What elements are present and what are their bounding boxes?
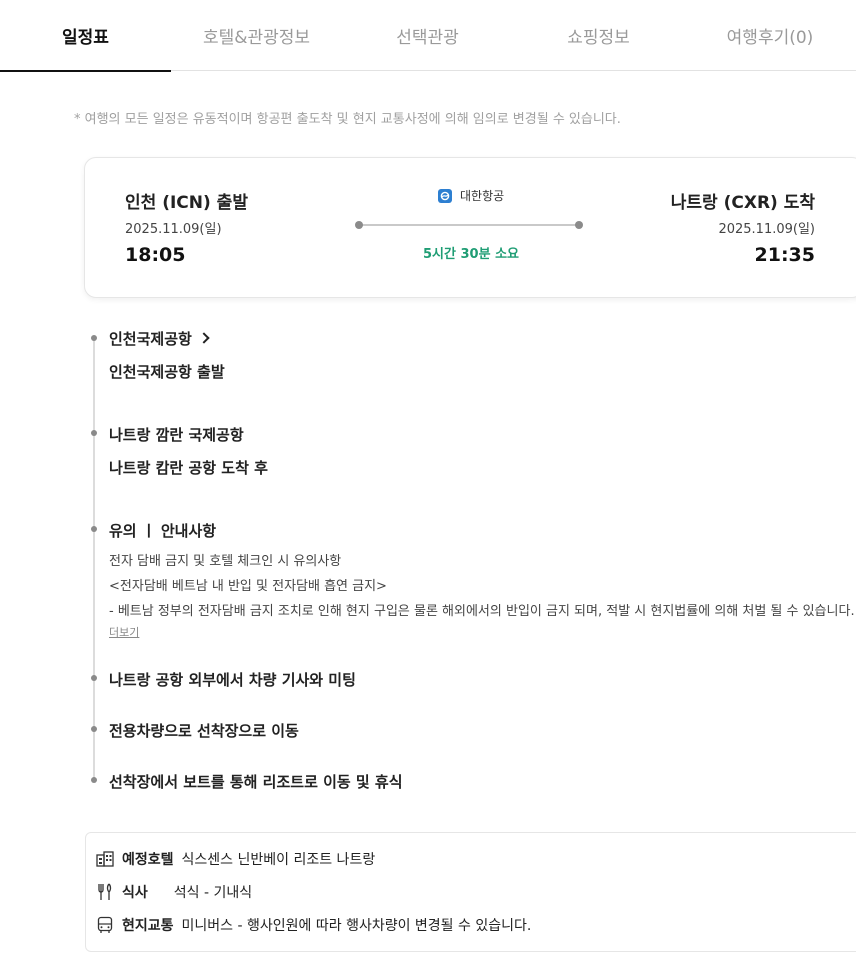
departure-time: 18:05 — [125, 244, 186, 266]
departure-title: 인천 (ICN) 출발 — [125, 193, 248, 213]
airline-name: 대한항공 — [460, 189, 505, 203]
hotel-row: 예정호텔 식스센스 닌반베이 리조트 나트랑 — [96, 849, 375, 869]
tab-shopping-info[interactable]: 쇼핑정보 — [513, 0, 684, 71]
arrival-time: 21:35 — [754, 244, 815, 266]
timeline-item-subtitle: 나트랑 캄란 공항 도착 후 — [109, 459, 268, 477]
route-end-dot — [575, 221, 583, 229]
notice-line: 전자 담배 금지 및 호텔 체크인 시 유의사항 — [109, 554, 342, 569]
notice-line: <전자담배 베트남 내 반입 및 전자담배 흡연 금지> — [109, 579, 387, 594]
transport-label: 현지교통 — [122, 918, 174, 934]
airline: 대한항공 — [438, 187, 504, 204]
tab-itinerary[interactable]: 일정표 — [0, 0, 171, 72]
timeline-item-subtitle: 인천국제공항 출발 — [109, 363, 225, 381]
arrival-date: 2025.11.09(일) — [718, 222, 815, 237]
meal-label: 식사 — [122, 885, 148, 901]
utensils-icon — [96, 883, 114, 901]
timeline-dot — [91, 526, 97, 532]
timeline-dot — [91, 675, 97, 681]
timeline-dot — [91, 777, 97, 783]
more-link[interactable]: 더보기 — [109, 624, 139, 640]
tab-bar: 일정표 호텔&관광정보 선택관광 쇼핑정보 여행후기(0) — [0, 0, 856, 72]
departure-date: 2025.11.09(일) — [125, 222, 222, 237]
tab-reviews[interactable]: 여행후기(0) — [684, 0, 856, 71]
timeline-item-title: 선착장에서 보트를 통해 리조트로 이동 및 휴식 — [109, 773, 403, 791]
meal-value: 석식 - 기내식 — [173, 885, 253, 901]
tab-hotel-tour-info[interactable]: 호텔&관광정보 — [171, 0, 342, 71]
notice-line: - 베트남 정부의 전자담배 금지 조치로 인해 현지 구입은 물론 해외에서의… — [109, 604, 855, 619]
meal-row: 식사 석식 - 기내식 — [96, 882, 252, 902]
timeline-item-incheon-airport[interactable]: 인천국제공항 — [109, 328, 210, 349]
timeline-item-title: 유의 ㅣ 안내사항 — [109, 522, 217, 540]
timeline-dot — [91, 726, 97, 732]
timeline-item-title: 나트랑 공항 외부에서 차량 기사와 미팅 — [109, 671, 356, 689]
hotel-icon — [96, 850, 114, 868]
timeline-line — [93, 338, 95, 780]
transport-row: 현지교통 미니버스 - 행사인원에 따라 행사차량이 변경될 수 있습니다. — [96, 915, 531, 935]
day-info-box: 예정호텔 식스센스 닌반베이 리조트 나트랑 식사 석식 - 기내식 현지교통 … — [85, 832, 856, 952]
timeline-item-title: 전용차량으로 선착장으로 이동 — [109, 722, 299, 740]
itinerary-notice: * 여행의 모든 일정은 유동적이며 항공편 출도착 및 현지 교통사정에 의해… — [74, 112, 621, 127]
timeline-dot — [91, 335, 97, 341]
timeline-item-title: 나트랑 깜란 국제공항 — [109, 426, 244, 444]
arrival-title: 나트랑 (CXR) 도착 — [670, 193, 815, 213]
transport-value: 미니버스 - 행사인원에 따라 행사차량이 변경될 수 있습니다. — [181, 918, 532, 934]
hotel-value: 식스센스 닌반베이 리조트 나트랑 — [181, 852, 376, 868]
hotel-label: 예정호텔 — [122, 852, 174, 868]
tab-optional-tours[interactable]: 선택관광 — [342, 0, 513, 71]
timeline-dot — [91, 430, 97, 436]
flight-duration: 5시간 30분 소요 — [423, 247, 519, 262]
route-start-dot — [355, 221, 363, 229]
chevron-right-icon — [198, 332, 210, 344]
airline-logo-icon — [438, 188, 452, 203]
bus-icon — [96, 916, 114, 934]
route-line — [355, 221, 583, 229]
timeline-item-title: 인천국제공항 — [109, 330, 192, 348]
flight-card: 인천 (ICN) 출발 2025.11.09(일) 18:05 대한항공 5시간… — [84, 157, 856, 298]
